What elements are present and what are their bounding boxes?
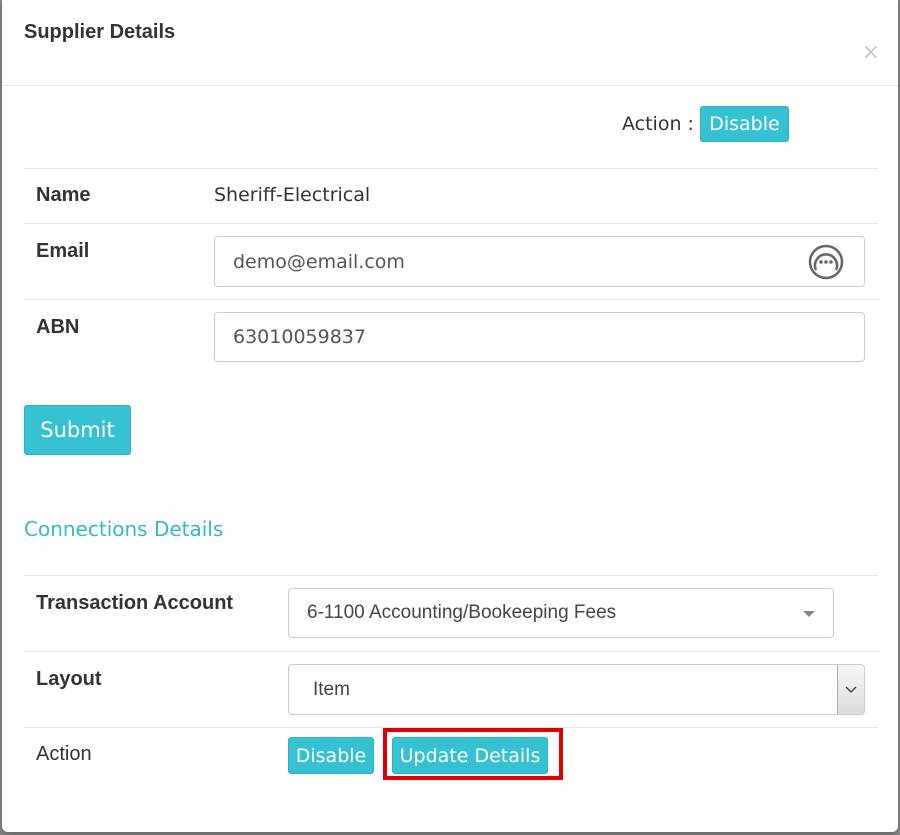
supplier-details-modal: Supplier Details × Action : Disable Name… bbox=[2, 0, 898, 832]
transaction-account-select[interactable]: 6-1100 Accounting/Bookeeping Fees bbox=[288, 588, 834, 638]
chevron-down-icon bbox=[803, 611, 815, 617]
name-label: Name bbox=[36, 184, 91, 206]
top-action: Action : Disable bbox=[622, 105, 789, 142]
divider bbox=[24, 299, 878, 300]
divider bbox=[24, 168, 878, 169]
highlight-box bbox=[383, 728, 563, 780]
submit-button[interactable]: Submit bbox=[24, 405, 131, 455]
modal-header: Supplier Details × bbox=[2, 0, 898, 86]
email-field-value: demo@email.com bbox=[233, 250, 405, 273]
disable-connection-button[interactable]: Disable bbox=[288, 737, 374, 774]
transaction-account-value: 6-1100 Accounting/Bookeeping Fees bbox=[307, 602, 617, 623]
connections-section-title: Connections Details bbox=[24, 517, 224, 541]
layout-label: Layout bbox=[36, 668, 102, 690]
divider bbox=[24, 651, 878, 652]
divider bbox=[24, 575, 878, 576]
email-label: Email bbox=[36, 240, 90, 262]
chevron-down-icon bbox=[845, 685, 857, 693]
divider bbox=[24, 223, 878, 224]
select-arrow[interactable] bbox=[837, 665, 864, 714]
transaction-account-label: Transaction Account bbox=[36, 592, 234, 614]
modal-title: Supplier Details bbox=[24, 21, 176, 43]
close-icon[interactable]: × bbox=[862, 42, 880, 64]
abn-label: ABN bbox=[36, 316, 80, 338]
name-value: Sheriff-Electrical bbox=[214, 184, 371, 206]
password-manager-icon[interactable] bbox=[808, 244, 844, 280]
disable-supplier-button[interactable]: Disable bbox=[699, 105, 789, 142]
layout-value: Item bbox=[313, 678, 350, 700]
email-field[interactable]: demo@email.com bbox=[214, 236, 865, 287]
top-action-label: Action : bbox=[622, 112, 694, 135]
action-label: Action bbox=[36, 743, 92, 765]
abn-field[interactable]: 63010059837 bbox=[214, 312, 865, 362]
abn-field-value: 63010059837 bbox=[233, 326, 366, 348]
layout-select[interactable]: Item bbox=[288, 664, 865, 715]
